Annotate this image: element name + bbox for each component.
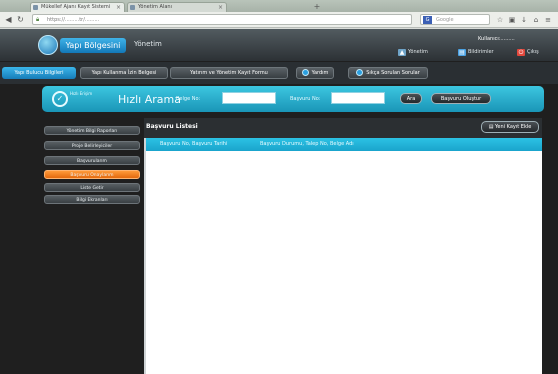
- user-info: Kullanıcı:.........: [478, 36, 515, 42]
- search-engine-icon: G: [423, 16, 432, 24]
- create-application-button[interactable]: Başvuru Oluştur: [431, 93, 491, 104]
- download-icon[interactable]: ↓: [519, 15, 529, 25]
- quick-search-title: Hızlı Arama: [118, 93, 181, 106]
- tab-close-icon[interactable]: ×: [116, 3, 121, 12]
- faq-icon: [356, 69, 364, 76]
- browser-tab[interactable]: Yönetim Alanı ×: [127, 2, 227, 12]
- browser-toolbar: ◀ ↻ 🔒︎ https://.........tr/......... G G…: [0, 12, 558, 28]
- basvuru-no-label: Başvuru No:: [290, 96, 321, 102]
- column-header[interactable]: Başvuru No, Başvuru Tarihi: [160, 141, 227, 147]
- logout-link[interactable]: ⏻ Çıkış: [517, 49, 539, 56]
- lock-icon: 🔒︎: [36, 16, 40, 23]
- app-logo-icon: [38, 35, 58, 55]
- tab-favicon-icon: [33, 5, 38, 10]
- home-icon[interactable]: ⌂: [531, 15, 541, 25]
- link-label: Yönetim: [408, 49, 428, 55]
- help-icon: [301, 69, 309, 76]
- bookmarks-icon[interactable]: ▣: [507, 15, 517, 25]
- page-title: Başvuru Listesi: [146, 123, 198, 130]
- tab-title: Mükellef Ajanı Kayıt Sistemi: [41, 4, 111, 10]
- link-label: Çıkış: [527, 49, 539, 55]
- reload-icon[interactable]: ↻: [15, 14, 26, 25]
- brand-title: Yapı Bölgesini: [60, 38, 126, 53]
- belge-no-input[interactable]: [222, 92, 276, 104]
- menu-item-kayit-formu[interactable]: Yatırım ve Yönetim Kayıt Formu: [170, 67, 288, 79]
- new-tab-icon[interactable]: +: [312, 3, 322, 11]
- chart-icon: ▤: [458, 49, 466, 56]
- sidebar-item-approvals[interactable]: Başvuru Onaylarım: [44, 170, 140, 179]
- basvuru-no-input[interactable]: [331, 92, 385, 104]
- sidebar-item-reports[interactable]: Yönetim Bilgi Raporları: [44, 126, 140, 135]
- column-header[interactable]: Başvuru Durumu, Talep No, Belge Adı: [260, 141, 354, 147]
- button-label: Yeni Kayıt Ekle: [495, 124, 532, 130]
- sidebar-item-applications[interactable]: Başvurularım: [44, 156, 140, 165]
- link-label: Bildirimler: [468, 49, 494, 55]
- quick-access-label: Hızlı Erişim: [70, 91, 93, 96]
- new-record-button[interactable]: ▤ Yeni Kayıt Ekle: [481, 121, 539, 133]
- results-table: [144, 138, 542, 374]
- person-icon: ▲: [398, 49, 406, 56]
- search-input[interactable]: G Google: [420, 14, 490, 25]
- browser-tab-active[interactable]: Mükellef Ajanı Kayıt Sistemi ×: [30, 2, 125, 12]
- notifications-link[interactable]: ▤ Bildirimler: [458, 49, 494, 56]
- sidebar-item-list[interactable]: Liste Getir: [44, 183, 140, 192]
- tab-favicon-icon: [130, 5, 135, 10]
- tab-close-icon[interactable]: ×: [218, 3, 223, 12]
- menu-item-sss[interactable]: Sıkça Sorulan Sorular: [348, 67, 428, 79]
- menu-label: Sıkça Sorulan Sorular: [366, 70, 420, 76]
- table-divider: [144, 138, 146, 374]
- exit-icon: ⏻: [517, 49, 525, 56]
- menu-icon[interactable]: ≡: [543, 15, 553, 25]
- url-text: https://.........tr/.........: [47, 17, 100, 23]
- tab-title: Yönetim Alanı: [138, 4, 172, 10]
- belge-no-label: Belge No:: [176, 96, 201, 102]
- menu-item-yapi-bulucu[interactable]: Yapı Bulucu Bilgileri: [2, 67, 76, 79]
- menu-label: Yardım: [311, 70, 329, 76]
- menu-item-izin-belgesi[interactable]: Yapı Kullanma İzin Belgesi: [80, 67, 168, 79]
- url-bar[interactable]: 🔒︎ https://.........tr/.........: [32, 14, 412, 25]
- sidebar-item-projects[interactable]: Proje Belirleyiciler: [44, 141, 140, 150]
- bookmark-star-icon[interactable]: ☆: [495, 15, 505, 25]
- back-icon[interactable]: ◀: [3, 14, 14, 25]
- menu-item-yardim[interactable]: Yardım: [296, 67, 334, 79]
- sidebar-item-info[interactable]: Bilgi Ekranları: [44, 195, 140, 204]
- search-button[interactable]: Ara: [400, 93, 422, 104]
- search-placeholder: Google: [436, 17, 454, 23]
- check-circle-icon: ✓: [52, 91, 68, 107]
- subsystem-title: Yönetim: [134, 40, 162, 48]
- user-admin-link[interactable]: ▲ Yönetim: [398, 49, 428, 56]
